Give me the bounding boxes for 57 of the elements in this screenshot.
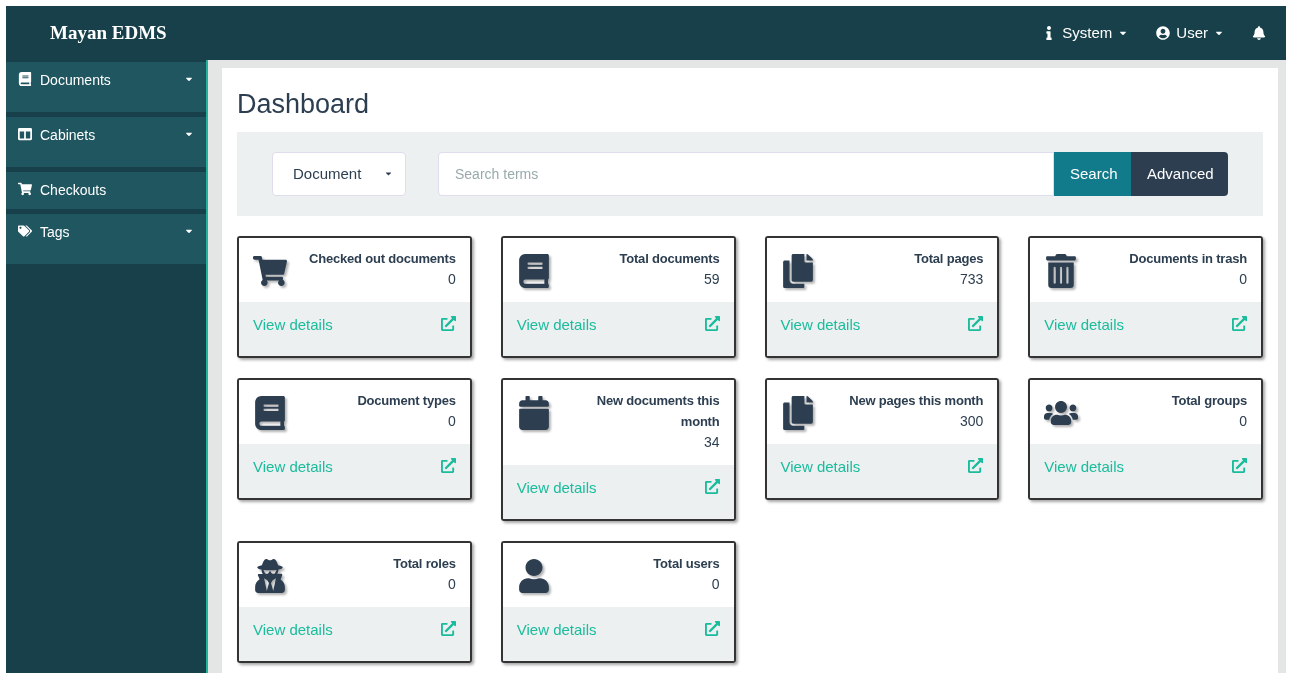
tags-icon bbox=[18, 224, 32, 238]
nav-menu[interactable]: User bbox=[1156, 21, 1224, 45]
external-link-icon[interactable] bbox=[968, 457, 984, 473]
external-link-icon[interactable] bbox=[704, 315, 720, 331]
search-field[interactable]: Search terms bbox=[438, 151, 1054, 196]
card-title: Total documents bbox=[619, 249, 720, 268]
sidebar-item[interactable]: Cabinets bbox=[6, 117, 206, 167]
card-count: 0 bbox=[447, 411, 456, 431]
user-icon bbox=[1156, 26, 1171, 40]
calendar-icon bbox=[516, 395, 551, 430]
page-title: Dashboard bbox=[237, 88, 371, 121]
book-icon bbox=[18, 72, 32, 86]
external-link-icon[interactable] bbox=[704, 478, 720, 494]
card-title: New documents this month bbox=[595, 391, 720, 431]
cart-icon bbox=[18, 182, 32, 196]
card-title: Total users bbox=[653, 554, 720, 573]
sidebar-item[interactable]: Documents bbox=[6, 62, 206, 112]
card-count: 300 bbox=[959, 411, 984, 431]
card-title: Documents in trash bbox=[1129, 249, 1247, 268]
nav-menu[interactable]: System bbox=[1042, 21, 1129, 45]
card-count: 34 bbox=[703, 432, 720, 452]
book-icon bbox=[253, 395, 287, 430]
brand-logo[interactable]: Mayan EDMS bbox=[50, 18, 167, 48]
card-count: 59 bbox=[703, 269, 720, 289]
bell-icon[interactable] bbox=[1252, 26, 1266, 40]
card-title: Document types bbox=[357, 391, 456, 410]
pages-icon bbox=[780, 395, 815, 430]
card-title: Total pages bbox=[914, 249, 984, 268]
cart-icon bbox=[253, 253, 287, 288]
spy-icon bbox=[253, 558, 287, 593]
card-count: 0 bbox=[1239, 411, 1247, 431]
columns-icon bbox=[18, 127, 32, 141]
sidebar-item[interactable]: Checkouts bbox=[6, 172, 206, 209]
card-title: Total groups bbox=[1171, 391, 1247, 410]
card-title: Total roles bbox=[393, 554, 456, 573]
user-icon bbox=[516, 558, 551, 593]
trash-icon bbox=[1044, 253, 1079, 288]
advanced-button[interactable]: Advanced bbox=[1131, 151, 1228, 196]
pages-icon bbox=[780, 253, 815, 288]
external-link-icon[interactable] bbox=[704, 620, 720, 636]
model-select[interactable]: Document bbox=[272, 151, 406, 196]
card-title: Checked out documents bbox=[308, 249, 456, 268]
external-link-icon[interactable] bbox=[1232, 315, 1247, 331]
card-count: 0 bbox=[447, 574, 456, 594]
external-link-icon[interactable] bbox=[440, 620, 456, 636]
external-link-icon[interactable] bbox=[440, 315, 456, 331]
external-link-icon[interactable] bbox=[968, 315, 984, 331]
external-link-icon[interactable] bbox=[1232, 457, 1247, 473]
sidebar-item[interactable]: Tags bbox=[6, 214, 206, 264]
external-link-icon[interactable] bbox=[440, 457, 456, 473]
card-count: 0 bbox=[1239, 269, 1247, 289]
search-button[interactable]: Search bbox=[1054, 151, 1131, 196]
card-count: 733 bbox=[959, 269, 984, 289]
card-count: 0 bbox=[447, 269, 456, 289]
card-count: 0 bbox=[711, 574, 720, 594]
card-title: New pages this month bbox=[849, 391, 984, 410]
book-icon bbox=[516, 253, 551, 288]
